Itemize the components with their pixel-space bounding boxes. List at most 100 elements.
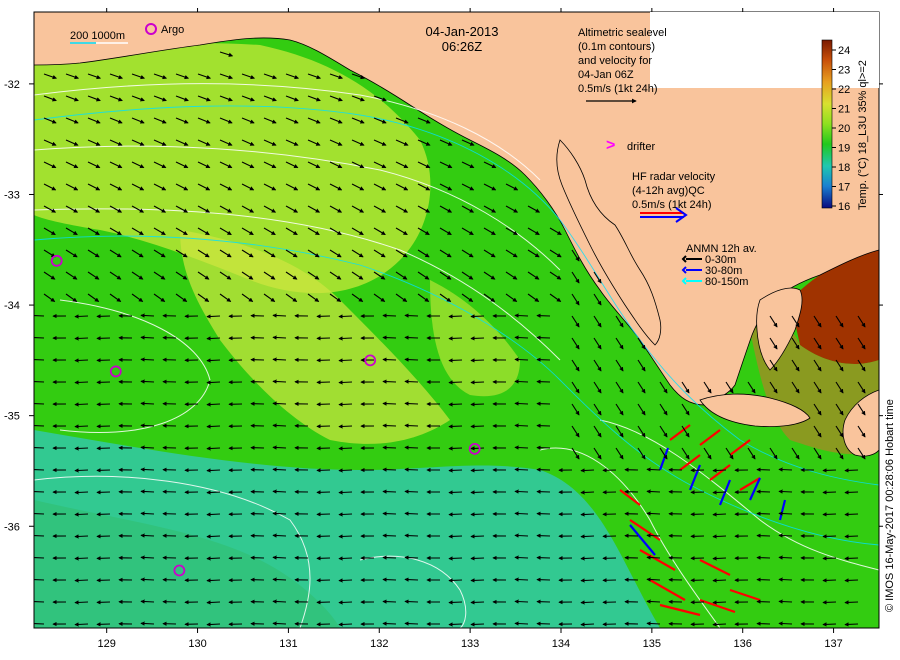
velocity-arrow	[448, 622, 463, 627]
altimetry-legend-line-3: and velocity for	[578, 55, 652, 67]
colorbar-tick-label: 17	[838, 182, 850, 194]
velocity-arrow	[448, 468, 463, 473]
velocity-arrow	[778, 599, 793, 604]
velocity-arrow	[470, 534, 485, 539]
velocity-arrow	[646, 489, 661, 494]
velocity-arrow	[140, 555, 155, 560]
velocity-arrow	[470, 336, 485, 341]
velocity-arrow	[34, 379, 45, 384]
lat-tick-label: -36	[4, 521, 20, 533]
velocity-arrow	[646, 533, 661, 538]
velocity-arrow	[206, 600, 221, 605]
velocity-arrow	[822, 600, 837, 605]
map-plot-area	[34, 12, 879, 628]
velocity-arrow	[74, 490, 89, 495]
argo-legend-label: Argo	[161, 24, 184, 36]
velocity-arrow	[712, 622, 727, 627]
velocity-arrow	[382, 379, 397, 384]
velocity-arrow	[272, 599, 287, 604]
colorbar-tick-label: 19	[838, 143, 850, 155]
velocity-arrow	[514, 357, 529, 362]
velocity-arrow	[272, 313, 287, 318]
velocity-arrow	[34, 621, 45, 626]
velocity-arrow	[712, 556, 727, 561]
velocity-arrow	[712, 534, 727, 539]
velocity-arrow	[382, 445, 397, 450]
velocity-arrow	[74, 468, 89, 473]
velocity-arrow	[448, 534, 463, 539]
velocity-arrow	[448, 446, 463, 451]
velocity-arrow	[382, 511, 397, 516]
lon-tick-label: 137	[824, 638, 842, 650]
velocity-arrow	[206, 556, 221, 561]
velocity-arrow	[404, 357, 419, 362]
colorbar-tick-label: 18	[838, 162, 850, 174]
hf-radar-legend-line-3: 0.5m/s (1kt 24h)	[632, 199, 711, 211]
velocity-arrow	[140, 599, 155, 604]
velocity-arrow	[712, 512, 727, 517]
velocity-arrow	[272, 445, 287, 450]
velocity-arrow	[338, 534, 353, 539]
velocity-arrow	[404, 621, 419, 626]
velocity-arrow	[206, 512, 221, 517]
anmn-legend-label: 80-150m	[705, 276, 748, 288]
velocity-arrow	[74, 358, 89, 363]
colorbar-tick-label: 20	[838, 123, 850, 135]
velocity-arrow	[448, 380, 463, 385]
velocity-arrow	[34, 423, 45, 428]
drifter-legend-label: drifter	[627, 141, 655, 153]
velocity-arrow	[34, 489, 45, 494]
lon-tick-label: 131	[279, 638, 297, 650]
lat-tick-label: -35	[4, 411, 20, 423]
velocity-arrow	[34, 335, 45, 340]
velocity-arrow	[514, 423, 529, 428]
velocity-arrow	[74, 446, 89, 451]
velocity-arrow	[382, 555, 397, 560]
velocity-arrow	[844, 600, 859, 605]
velocity-arrow	[580, 534, 595, 539]
velocity-arrow	[448, 402, 463, 407]
hf-radar-legend-line-2: (4-12h avg)QC	[632, 185, 705, 197]
velocity-arrow	[514, 511, 529, 516]
velocity-arrow	[206, 578, 221, 583]
velocity-arrow	[470, 556, 485, 561]
velocity-arrow	[404, 423, 419, 428]
velocity-arrow	[514, 335, 529, 340]
velocity-arrow	[778, 555, 793, 560]
velocity-arrow	[844, 490, 859, 495]
velocity-arrow	[580, 622, 595, 627]
velocity-arrow	[470, 600, 485, 605]
velocity-arrow	[338, 600, 353, 605]
velocity-arrow	[34, 555, 45, 560]
velocity-arrow	[844, 578, 859, 583]
velocity-arrow	[74, 380, 89, 385]
velocity-arrow	[844, 556, 859, 561]
velocity-arrow	[206, 446, 221, 451]
velocity-arrow	[646, 555, 661, 560]
velocity-arrow	[74, 336, 89, 341]
velocity-arrow	[470, 424, 485, 429]
velocity-arrow	[778, 577, 793, 582]
velocity-arrow	[712, 490, 727, 495]
temperature-colorbar: 24 23 22 21 20 19 18 17 16 Temp. (°C) 18_L3U 35%…	[821, 39, 869, 213]
velocity-arrow	[140, 533, 155, 538]
velocity-arrow	[822, 490, 837, 495]
velocity-arrow	[822, 556, 837, 561]
velocity-arrow	[272, 401, 287, 406]
velocity-arrow	[74, 314, 89, 319]
velocity-arrow	[448, 358, 463, 363]
velocity-arrow	[470, 446, 485, 451]
velocity-arrow	[514, 555, 529, 560]
velocity-arrow	[338, 556, 353, 561]
altimetry-legend-line-4: 04-Jan 06Z	[578, 69, 634, 81]
velocity-arrow	[514, 379, 529, 384]
velocity-arrow	[778, 489, 793, 494]
velocity-arrow	[74, 556, 89, 561]
colorbar-tick-label: 24	[838, 45, 850, 57]
velocity-arrow	[514, 313, 529, 318]
velocity-arrow	[448, 336, 463, 341]
velocity-arrow	[382, 401, 397, 406]
isobath-legend: 200 1000m	[70, 30, 128, 44]
velocity-arrow	[338, 402, 353, 407]
velocity-arrow	[140, 621, 155, 626]
